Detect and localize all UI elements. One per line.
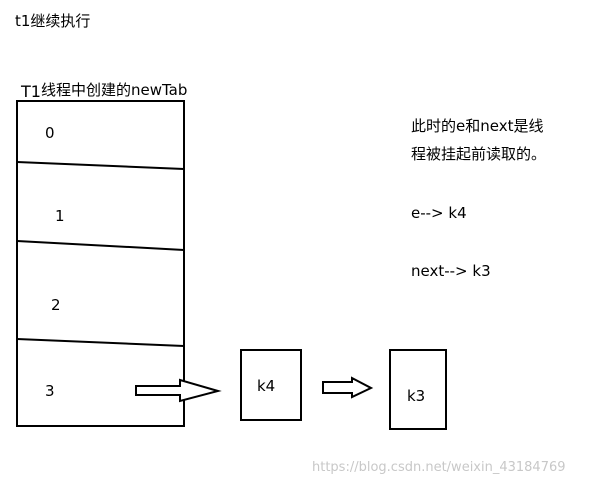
slot-index-0: 0 (45, 124, 55, 142)
diagram-canvas (16, 100, 447, 430)
note-e-ref: e--> k4 (411, 204, 467, 222)
slot-divider-1-2 (16, 240, 185, 251)
slot-divider-2-3 (16, 338, 185, 347)
slot-divider-0-1 (16, 161, 185, 170)
watermark-url: https://blog.csdn.net/weixin_43184769 (312, 460, 566, 475)
note-line-1: 此时的e和next是线 (411, 117, 544, 135)
slot-index-1: 1 (55, 207, 65, 225)
note-next-ref: next--> k3 (411, 262, 491, 280)
newtab-array-outline (16, 100, 185, 427)
slot-index-3: 3 (45, 382, 55, 400)
arrow-k4-to-k3 (322, 376, 374, 399)
arrow-slot3-to-k4 (135, 378, 222, 403)
node-k4-label: k4 (257, 377, 276, 395)
slot-index-2: 2 (51, 296, 61, 314)
note-line-2: 程被挂起前读取的。 (411, 145, 547, 163)
node-k3-label: k3 (407, 387, 426, 405)
